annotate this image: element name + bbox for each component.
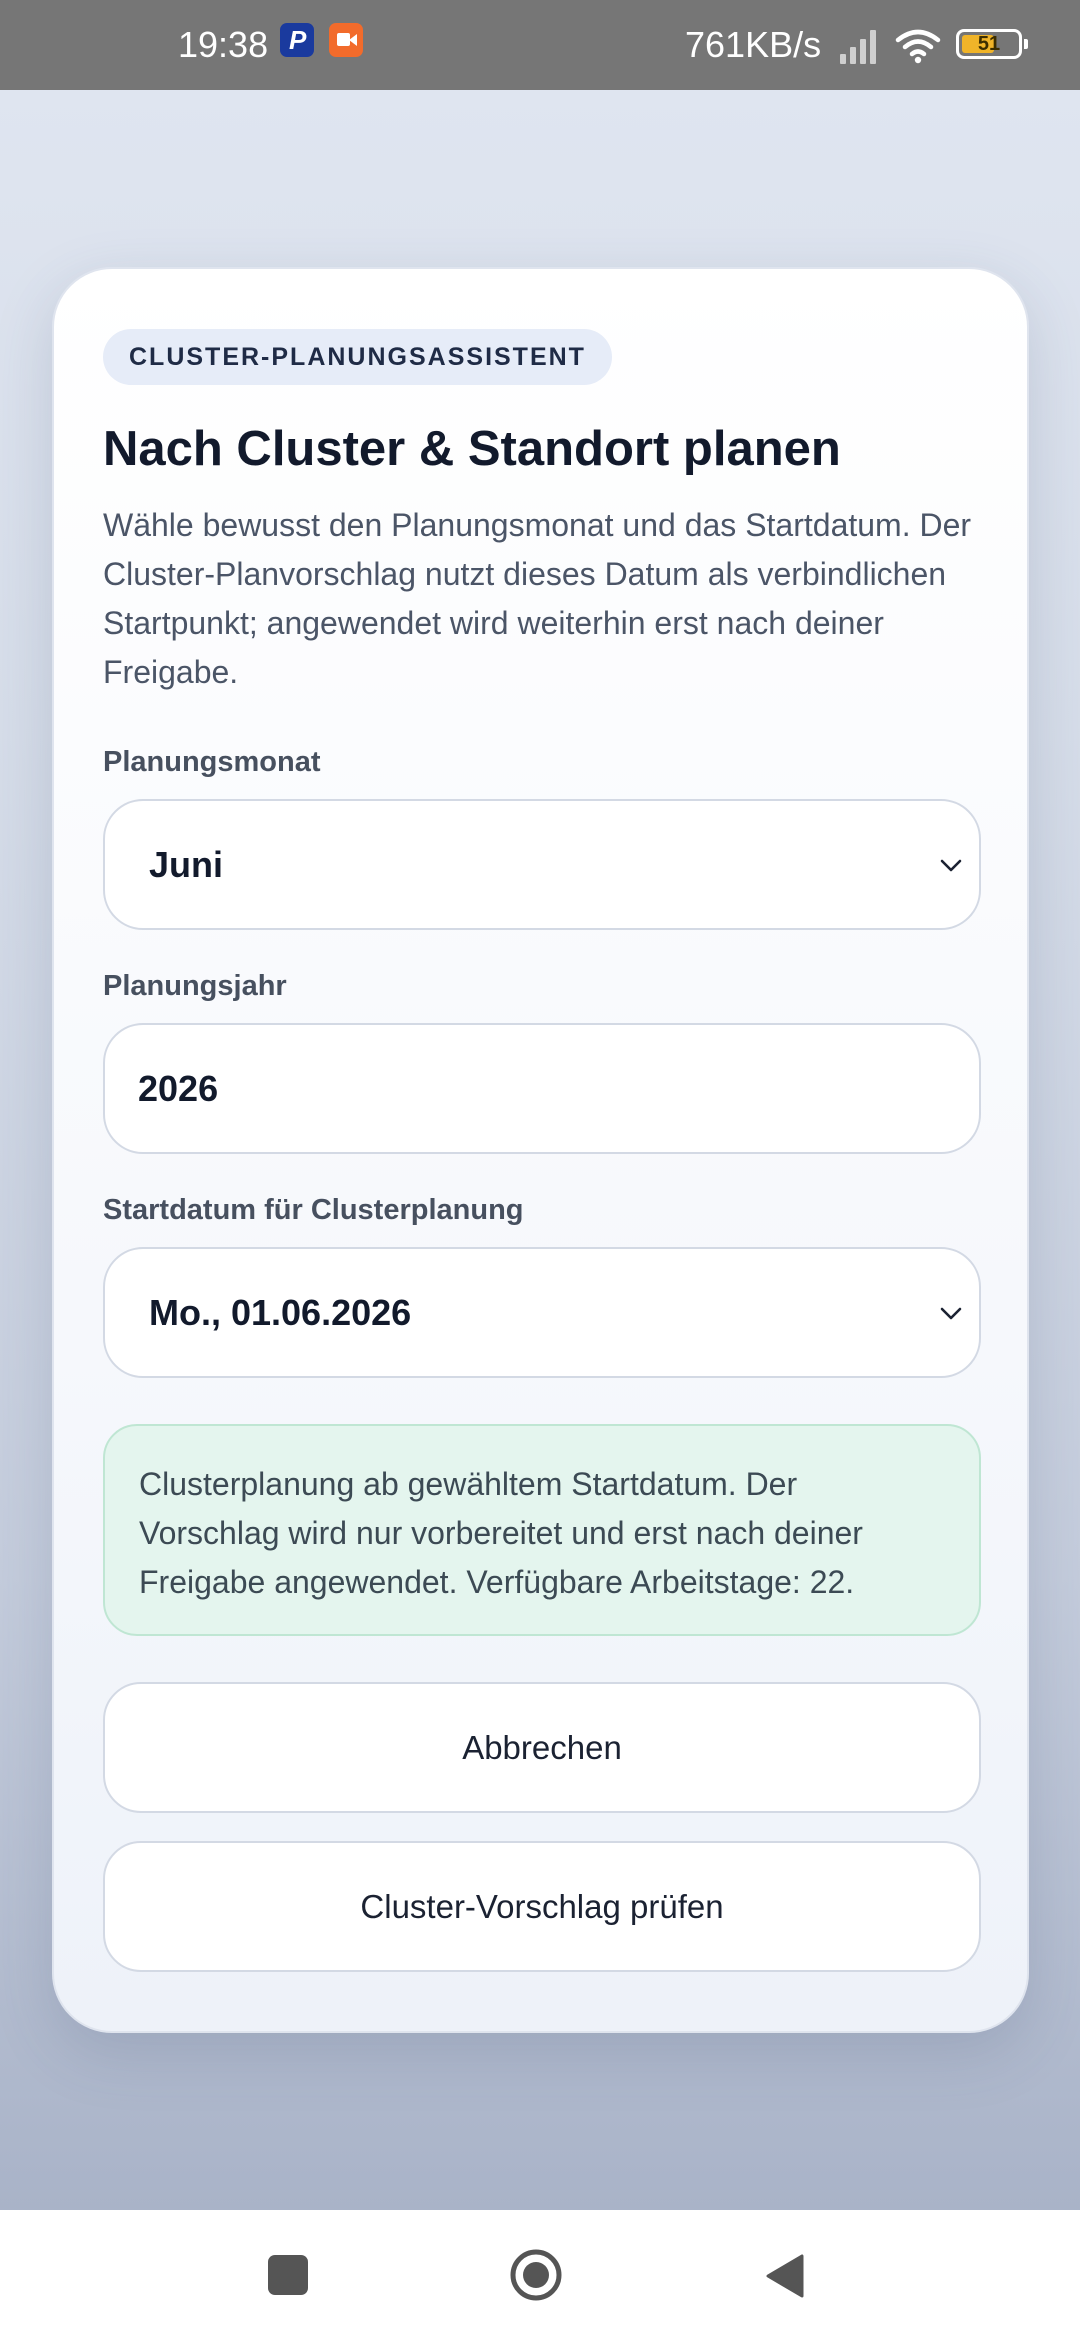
review-cluster-proposal-button[interactable]: Cluster-Vorschlag prüfen — [103, 1841, 981, 1972]
recents-icon[interactable] — [268, 2255, 308, 2295]
month-value: Juni — [149, 844, 224, 885]
status-time: 19:38 — [178, 24, 269, 65]
back-icon[interactable] — [764, 2252, 806, 2300]
start-date-value: Mo., 01.06.2026 — [149, 1292, 412, 1333]
start-date-select[interactable]: Mo., 01.06.2026 — [103, 1247, 981, 1378]
month-label: Planungsmonat — [103, 746, 321, 778]
year-label: Planungsjahr — [103, 970, 287, 1002]
start-date-label: Startdatum für Clusterplanung — [103, 1194, 524, 1226]
home-icon[interactable] — [509, 2248, 563, 2302]
network-speed: 761KB/s — [685, 24, 822, 65]
year-input[interactable]: 2026 — [103, 1023, 981, 1154]
year-value: 2026 — [138, 1068, 219, 1109]
month-select[interactable]: Juni — [103, 799, 981, 930]
screen-record-icon — [329, 23, 363, 57]
chevron-down-icon — [940, 1307, 962, 1319]
navigation-bar — [0, 2210, 1080, 2340]
dialog-badge: CLUSTER-PLANUNGSASSISTENT — [103, 329, 612, 385]
wifi-icon — [895, 29, 941, 64]
signal-icon — [840, 30, 876, 64]
dialog-title: Nach Cluster & Standort planen — [103, 422, 841, 476]
battery-level: 51 — [977, 33, 1001, 55]
chevron-down-icon — [940, 859, 962, 871]
info-notice: Clusterplanung ab gewähltem Startdatum. … — [103, 1424, 981, 1636]
paypal-icon — [280, 23, 314, 57]
battery-icon: 51 — [956, 29, 1028, 59]
cluster-planning-dialog: CLUSTER-PLANUNGSASSISTENT Nach Cluster &… — [52, 267, 1029, 2033]
cancel-button[interactable]: Abbrechen — [103, 1682, 981, 1813]
status-bar: 19:38 761KB/s 51 — [0, 0, 1080, 90]
dialog-description: Wähle bewusst den Planungsmonat und das … — [103, 507, 972, 690]
